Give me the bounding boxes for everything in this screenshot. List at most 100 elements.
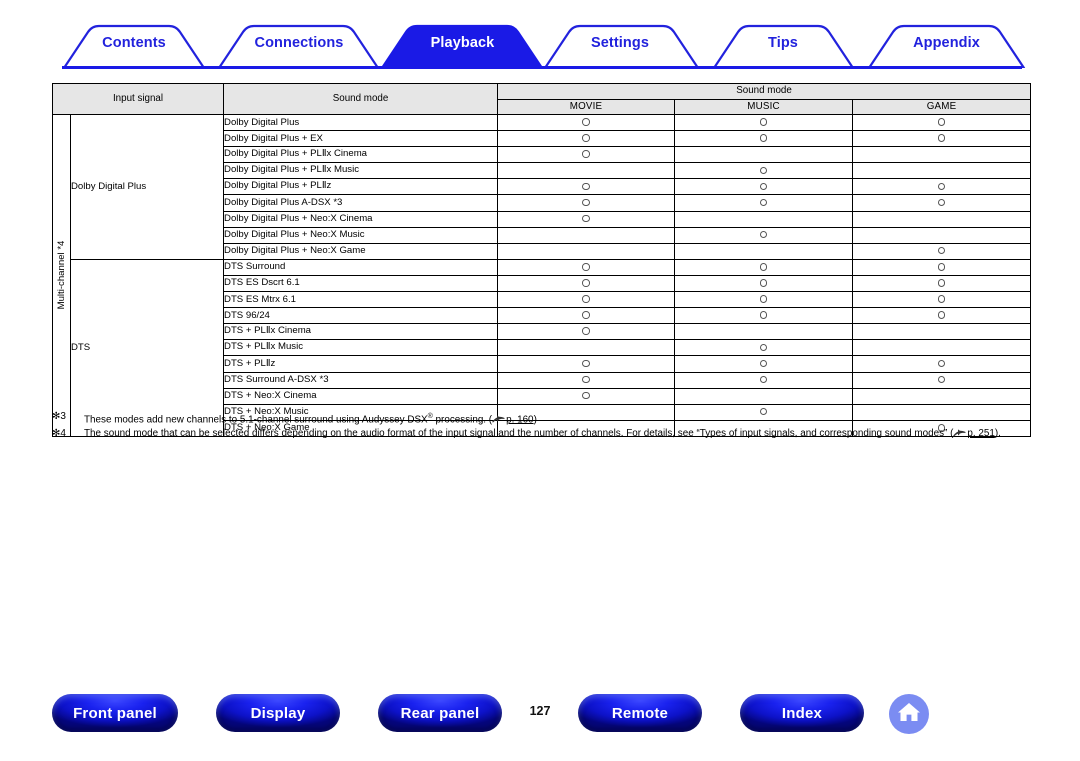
nav-button-display-label: Display — [250, 704, 306, 722]
tab-settings[interactable]: Settings — [570, 35, 670, 51]
bottom-navigation: Front panel Display Rear panel 127 Remot… — [0, 694, 1080, 742]
availability-mark — [759, 166, 768, 175]
header-sound-mode-group: Sound mode — [497, 83, 1032, 100]
availability-mark — [759, 182, 768, 191]
cell-movie — [497, 274, 676, 293]
tab-appendix-label: Appendix — [913, 35, 980, 51]
footnote-3-text-after: ) — [533, 414, 537, 426]
cell-movie — [497, 307, 676, 325]
availability-mark — [582, 359, 590, 368]
nav-button-rear-panel[interactable]: Rear panel — [378, 694, 502, 732]
cell-movie — [497, 323, 676, 341]
tab-settings-label: Settings — [591, 35, 649, 51]
cell-movie — [497, 162, 676, 180]
availability-mark — [582, 295, 590, 303]
tab-contents-label: Contents — [102, 35, 166, 51]
footnote-3-text-mid: processing. ( — [432, 414, 493, 426]
availability-mark — [937, 118, 946, 126]
cell-music — [674, 210, 854, 228]
availability-mark — [759, 279, 768, 287]
availability-mark — [937, 134, 946, 142]
cell-movie — [497, 258, 676, 276]
sound-mode-name: Dolby Digital Plus + EX — [223, 130, 499, 148]
cell-music — [674, 130, 854, 148]
footnote-3: ✻3 These modes add new channels to 5.1-c… — [52, 411, 1032, 427]
cell-movie — [497, 291, 676, 309]
availability-mark — [937, 198, 946, 207]
cell-music — [674, 242, 854, 260]
nav-button-display[interactable]: Display — [216, 694, 340, 732]
header-col-movie: MOVIE — [497, 99, 676, 115]
availability-mark — [759, 198, 768, 207]
header-col-music: MUSIC — [674, 99, 854, 115]
tab-bar: Contents Connections Playback Settings T… — [0, 22, 1080, 68]
cell-game — [852, 274, 1032, 293]
footnote-4-text: The sound mode that can be selected diff… — [84, 427, 954, 439]
header-input-signal: Input signal — [51, 83, 225, 115]
cell-game — [852, 178, 1032, 196]
cell-music — [674, 178, 854, 196]
home-icon — [897, 701, 921, 728]
tab-connections[interactable]: Connections — [243, 35, 355, 51]
availability-mark — [937, 182, 946, 191]
tab-contents[interactable]: Contents — [90, 35, 178, 51]
cell-music — [674, 323, 854, 341]
cell-music — [674, 307, 854, 325]
cell-movie — [497, 226, 676, 244]
sound-mode-name: DTS + PLⅡx Music — [223, 339, 499, 357]
availability-mark — [759, 134, 768, 142]
tab-playback-label: Playback — [430, 35, 495, 51]
availability-mark — [582, 182, 590, 191]
cell-game — [852, 210, 1032, 228]
nav-button-index[interactable]: Index — [740, 694, 864, 732]
cell-music — [674, 162, 854, 180]
sound-mode-name: Dolby Digital Plus + Neo:X Music — [223, 226, 499, 244]
group-label: DTS — [69, 258, 225, 437]
cell-movie — [497, 371, 676, 389]
sound-mode-name: DTS + PLⅡz — [223, 355, 499, 373]
availability-mark — [582, 279, 590, 287]
tab-playback[interactable]: Playback — [406, 35, 519, 51]
nav-button-index-label: Index — [781, 704, 823, 722]
table-body: Multi-channel *4 Dolby Digital Plus Dolby … — [52, 113, 1032, 437]
nav-button-rear-panel-label: Rear panel — [400, 704, 480, 722]
cell-movie — [497, 178, 676, 196]
table-row: Multi-channel *4 Dolby Digital Plus Dolby … — [52, 113, 1032, 437]
availability-mark — [937, 263, 946, 271]
footnote-3-mark: ✻3 — [52, 411, 66, 422]
cell-music — [674, 146, 854, 164]
cell-movie — [497, 130, 676, 148]
tab-appendix[interactable]: Appendix — [894, 35, 999, 51]
availability-mark — [759, 343, 768, 352]
cell-movie — [497, 210, 676, 228]
cell-game — [852, 355, 1032, 373]
availability-mark — [759, 263, 768, 271]
footnote-3-page-link[interactable]: p. 160 — [506, 414, 533, 425]
cell-game — [852, 323, 1032, 341]
sound-mode-table: Input signal Sound mode Sound mode MOVIE… — [51, 83, 1032, 437]
sound-mode-name: Dolby Digital Plus + PLⅡz — [223, 178, 499, 196]
cell-movie — [497, 113, 676, 132]
cell-game — [852, 146, 1032, 164]
cell-music — [674, 274, 854, 293]
availability-mark — [937, 295, 946, 303]
sound-mode-name: Dolby Digital Plus A-DSX *3 — [223, 194, 499, 212]
tab-tips[interactable]: Tips — [738, 35, 828, 51]
page-number: 127 — [529, 704, 551, 718]
nav-button-remote-label: Remote — [611, 704, 669, 722]
cell-music — [674, 194, 854, 212]
nav-button-home[interactable] — [889, 694, 929, 734]
footnote-4-page-link[interactable]: p. 251 — [967, 428, 994, 439]
availability-mark — [582, 311, 590, 319]
nav-button-front-panel[interactable]: Front panel — [52, 694, 178, 732]
header-sound-mode: Sound mode — [223, 83, 499, 115]
nav-button-remote[interactable]: Remote — [578, 694, 702, 732]
book-reference-icon — [492, 415, 505, 423]
availability-mark — [582, 150, 590, 158]
cell-music — [674, 387, 854, 405]
cell-music — [674, 291, 854, 309]
cell-movie — [497, 146, 676, 164]
sound-mode-name: DTS Surround — [223, 258, 499, 276]
group-label: Dolby Digital Plus — [69, 114, 225, 260]
table-head: Input signal Sound mode Sound mode MOVIE… — [51, 83, 1032, 115]
